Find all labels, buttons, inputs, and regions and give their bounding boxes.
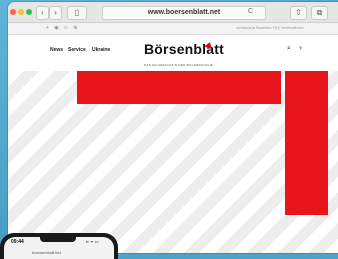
phone-status-icons: ▪▪ ᯤ ▭ — [86, 239, 99, 244]
address-bar[interactable]: www.boersenblatt.net — [102, 6, 266, 20]
browser-toolbar: ‹ › ▯ www.boersenblatt.net C ⇧ ⧉ — [8, 2, 338, 23]
zoom-window-button[interactable] — [26, 9, 32, 15]
user-account-icon[interactable]: ♀ — [298, 45, 303, 52]
site-tagline: DAS FACHMAGAZIN DER BUCHBRANCHE — [144, 63, 214, 67]
minimize-window-button[interactable] — [18, 9, 24, 15]
close-window-button[interactable] — [10, 9, 16, 15]
smartphone: 09:44 ▪▪ ᯤ ▭ boersenblatt.net — [0, 233, 118, 259]
phone-notch — [40, 236, 76, 242]
sidebar-toggle-button[interactable]: ▯ — [67, 6, 87, 20]
tabs-overview-button[interactable]: ⧉ — [311, 6, 328, 20]
search-icon[interactable]: ⌕ — [287, 45, 291, 53]
ad-banner-top[interactable] — [77, 71, 281, 104]
forward-button[interactable]: › — [49, 6, 62, 20]
nav-link-news[interactable]: News — [50, 47, 63, 53]
nav-link-service[interactable]: Service — [68, 47, 86, 53]
share-button[interactable]: ⇧ — [290, 6, 307, 20]
favorites-bar: + ◉ ◇ ⊕ meinbo(ek)s Bookbites Y(H) Veröf… — [8, 23, 338, 35]
browser-window: ‹ › ▯ www.boersenblatt.net C ⇧ ⧉ + ◉ ◇ ⊕… — [8, 2, 338, 253]
nav-link-ukraine[interactable]: Ukraine — [92, 47, 110, 53]
favorites-links[interactable]: meinbo(ek)s Bookbites Y(H) Veröffentlich… — [236, 23, 304, 34]
back-button[interactable]: ‹ — [36, 6, 49, 20]
ad-banner-side[interactable] — [285, 71, 328, 215]
reload-icon[interactable]: C — [248, 6, 253, 18]
phone-clock: 09:44 — [11, 239, 24, 245]
favorites-icons[interactable]: + ◉ ◇ ⊕ — [46, 23, 80, 34]
web-page: News Service Ukraine Börsenblatt DAS FAC… — [8, 35, 338, 253]
